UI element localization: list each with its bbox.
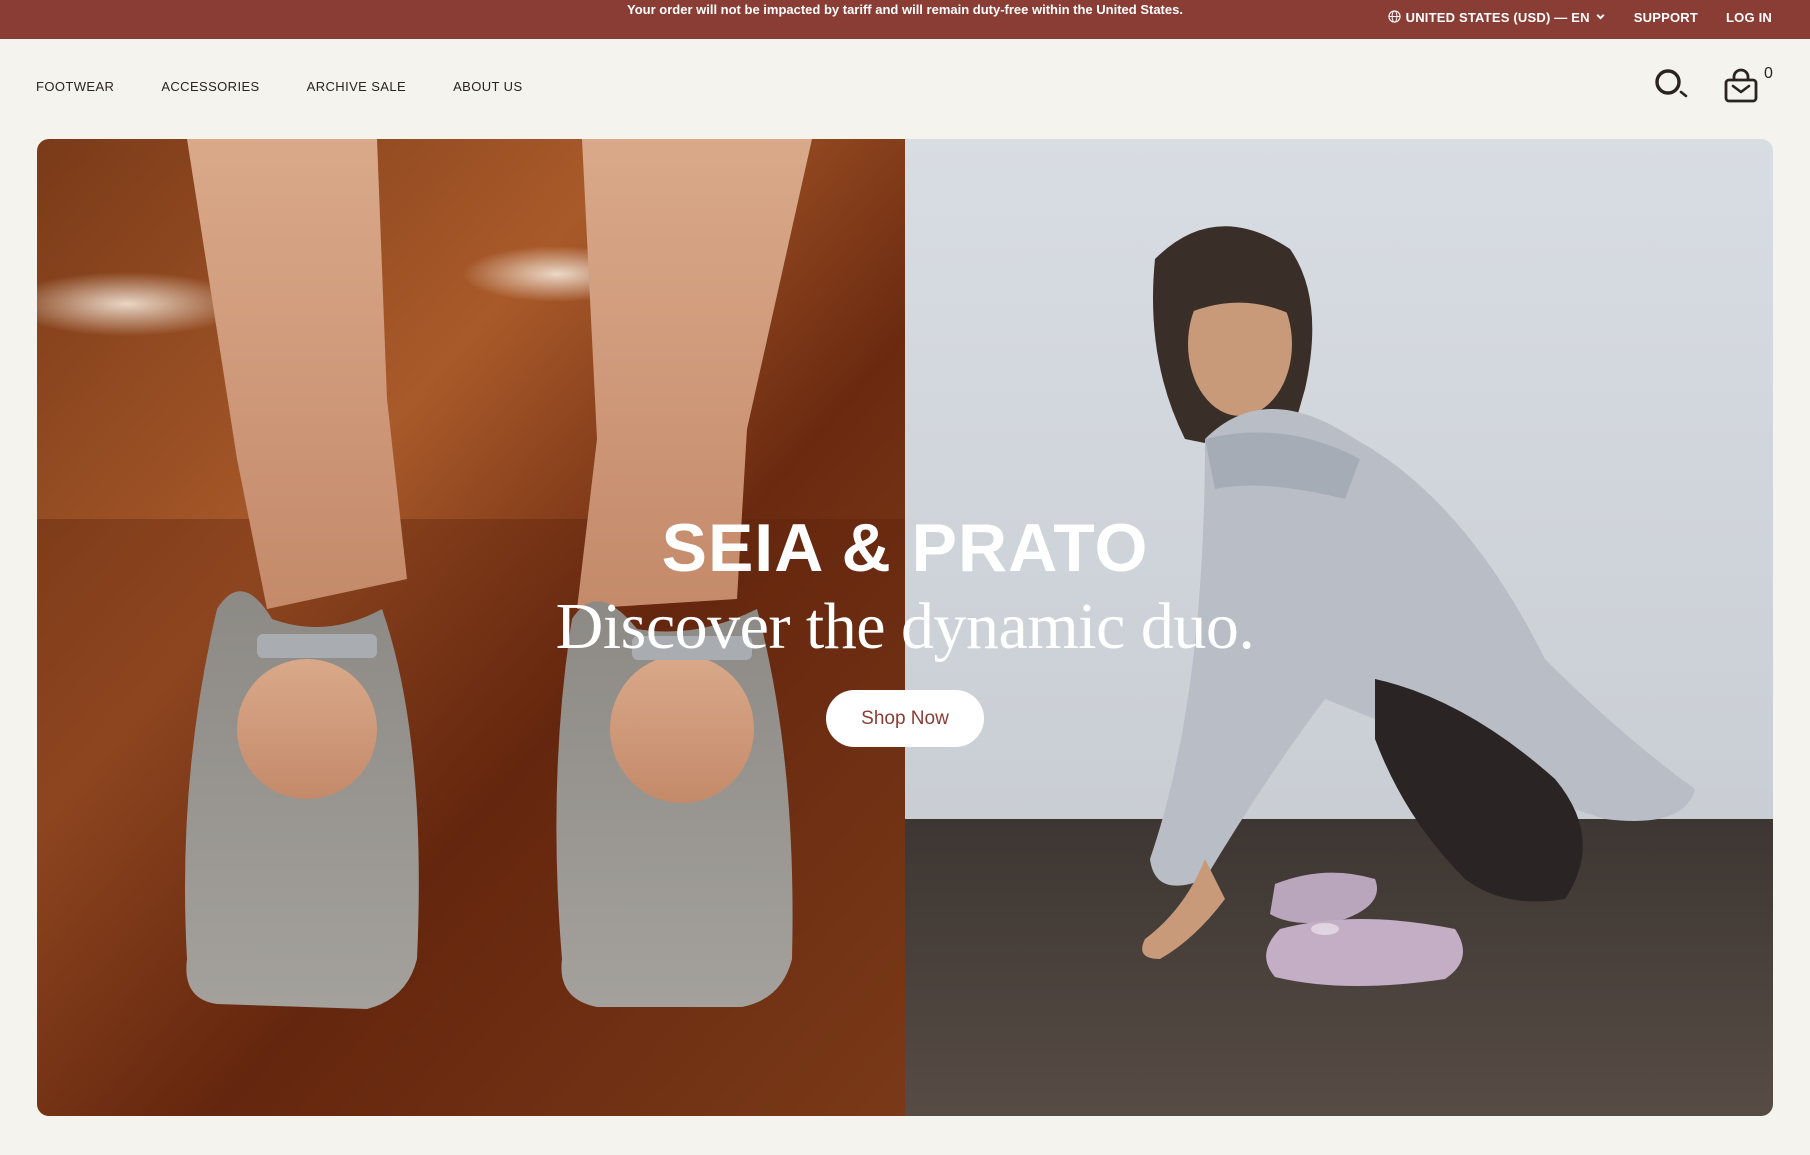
- region-label: UNITED STATES (USD) — EN: [1405, 10, 1590, 25]
- nav-item-footwear[interactable]: FOOTWEAR: [36, 79, 114, 94]
- chevron-down-icon: [1595, 10, 1606, 25]
- announcement-bar: Your order will not be impacted by tarif…: [0, 0, 1810, 39]
- nav-item-about-us[interactable]: ABOUT US: [453, 79, 522, 94]
- shopping-bag-icon: [1722, 68, 1760, 109]
- site-header: FOOTWEAR ACCESSORIES ARCHIVE SALE ABOUT …: [0, 39, 1810, 139]
- shop-now-button[interactable]: Shop Now: [826, 690, 984, 747]
- utility-links: UNITED STATES (USD) — EN SUPPORT LOG IN: [1387, 0, 1772, 35]
- search-icon[interactable]: [1654, 67, 1692, 106]
- globe-icon: [1387, 9, 1401, 26]
- announcement-text: Your order will not be impacted by tarif…: [627, 2, 1183, 17]
- header-actions: 0: [1654, 65, 1773, 110]
- main-nav: FOOTWEAR ACCESSORIES ARCHIVE SALE ABOUT …: [36, 79, 523, 94]
- login-link[interactable]: LOG IN: [1726, 10, 1772, 25]
- region-selector[interactable]: UNITED STATES (USD) — EN: [1387, 9, 1606, 26]
- hero-banner: SEIA & PRATO Discover the dynamic duo. S…: [37, 139, 1773, 1116]
- hero-image-model-crouching: [905, 139, 1773, 1116]
- cart-count: 0: [1764, 65, 1773, 82]
- cart-button[interactable]: 0: [1722, 65, 1773, 110]
- support-link[interactable]: SUPPORT: [1634, 10, 1698, 25]
- nav-item-accessories[interactable]: ACCESSORIES: [161, 79, 259, 94]
- hero-image-ballet-flats-closeup: [37, 139, 905, 1116]
- nav-item-archive-sale[interactable]: ARCHIVE SALE: [307, 79, 406, 94]
